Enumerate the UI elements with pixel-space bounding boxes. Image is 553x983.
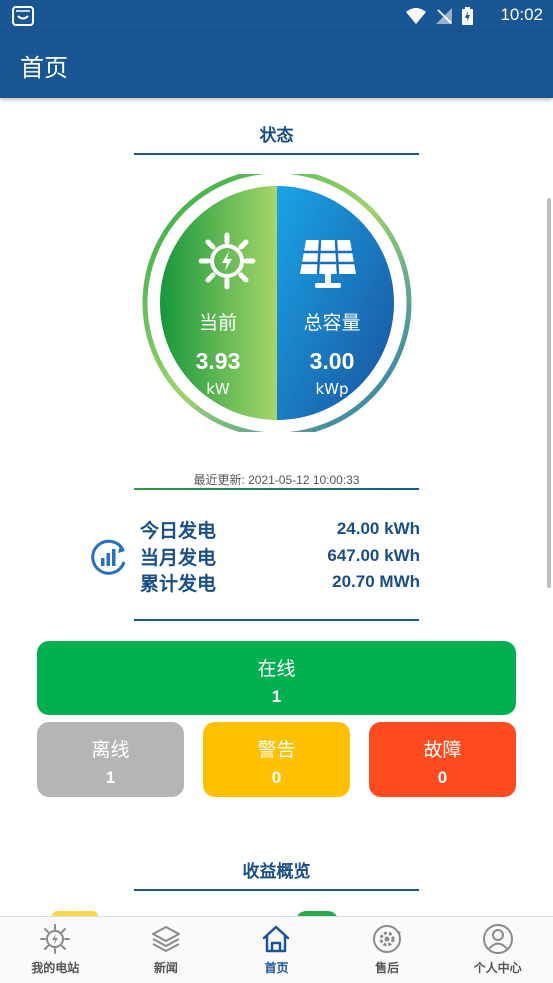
app-bar: 首页 (0, 32, 553, 98)
last-update-text: 最近更新: 2021-05-12 10:00:33 (193, 473, 360, 487)
nav-home[interactable]: 首页 (221, 917, 332, 983)
fault-label: 故障 (423, 739, 462, 761)
warning-count: 0 (271, 768, 282, 787)
nav-after-sales[interactable]: 售后 (332, 917, 443, 983)
divider (134, 488, 419, 490)
online-count: 1 (271, 687, 282, 706)
divider (134, 889, 419, 891)
status-gauge: 当前 3.93 kW 总容量 3.00 kWp (140, 168, 414, 438)
energy-row-month: 当月发电 647.00 kWh (140, 543, 420, 569)
revenue-section-title: 收益概览 (242, 862, 311, 882)
current-power-label: 当前 (198, 312, 237, 334)
nav-label: 首页 (264, 961, 289, 975)
person-icon (482, 924, 513, 954)
energy-value: 647.00 kWh (327, 546, 420, 565)
clock: 10:02 (500, 5, 543, 24)
nav-label: 个人中心 (473, 961, 522, 975)
bottom-navigation: 我的电站 新闻 首页 售后 个人中心 (0, 916, 553, 983)
online-status-card[interactable]: 在线 1 (37, 641, 516, 715)
energy-chart-icon (91, 539, 126, 575)
scrollbar[interactable] (547, 198, 551, 588)
app-notification-icon (12, 6, 34, 26)
offline-count: 1 (105, 768, 116, 787)
home-content[interactable]: 状态 当前 3.93 kW 总容量 3.00 kWp 最近更新: 2021-05… (0, 98, 553, 916)
battery-charging-icon (462, 7, 473, 25)
energy-label: 当月发电 (140, 546, 217, 569)
status-section-title: 状态 (259, 126, 294, 146)
capacity-label: 总容量 (303, 312, 361, 334)
fault-status-card[interactable]: 故障 0 (369, 722, 516, 797)
energy-row-total: 累计发电 20.70 MWh (140, 569, 420, 595)
layers-icon (151, 926, 180, 952)
energy-label: 累计发电 (140, 572, 217, 595)
solar-panel-icon (300, 239, 356, 288)
nav-profile[interactable]: 个人中心 (442, 917, 553, 983)
capacity-unit: kWp (315, 380, 349, 398)
divider (134, 619, 419, 621)
energy-value: 24.00 kWh (336, 519, 420, 538)
online-label: 在线 (257, 658, 296, 680)
warning-label: 警告 (257, 739, 296, 761)
nav-label: 新闻 (153, 961, 178, 975)
sun-icon (40, 924, 71, 954)
capacity-value: 3.00 (309, 348, 355, 374)
current-power-value: 3.93 (195, 348, 241, 374)
warning-status-card[interactable]: 警告 0 (203, 722, 350, 797)
nav-label: 售后 (375, 961, 400, 975)
home-icon (263, 925, 290, 953)
nav-news[interactable]: 新闻 (111, 917, 222, 983)
nav-my-station[interactable]: 我的电站 (0, 917, 111, 983)
no-signal-icon (436, 8, 452, 24)
page-title: 首页 (20, 54, 68, 82)
wifi-icon (406, 8, 426, 24)
offline-status-card[interactable]: 离线 1 (37, 722, 184, 797)
generation-sun-icon (198, 232, 256, 290)
energy-row-today: 今日发电 24.00 kWh (140, 516, 420, 542)
nav-label: 我的电站 (31, 961, 80, 975)
offline-label: 离线 (91, 739, 130, 761)
status-bar: 10:02 (0, 0, 553, 32)
current-power-unit: kW (206, 380, 230, 398)
energy-value: 20.70 MWh (332, 572, 420, 591)
energy-label: 今日发电 (140, 519, 217, 542)
divider (134, 153, 419, 155)
service-gear-icon (373, 925, 402, 953)
fault-count: 0 (437, 768, 448, 787)
